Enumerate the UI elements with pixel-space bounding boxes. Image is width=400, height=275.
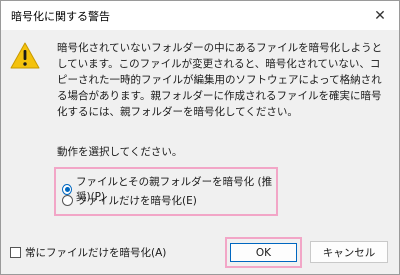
close-icon: ✕ <box>374 7 386 24</box>
ok-button-highlight: OK <box>225 237 302 268</box>
ok-button[interactable]: OK <box>230 243 297 262</box>
dialog-content: 暗号化されていないフォルダーの中にあるファイルを暗号化しようとしています。このフ… <box>1 30 399 274</box>
radio-unselected-icon[interactable] <box>62 195 73 206</box>
warning-icon <box>10 42 40 69</box>
warning-message: 暗号化されていないフォルダーの中にあるファイルを暗号化しようとしています。このフ… <box>57 42 383 118</box>
checkbox-unchecked-icon[interactable] <box>10 247 21 258</box>
close-button[interactable]: ✕ <box>361 1 399 30</box>
dialog-title: 暗号化に関する警告 <box>11 10 110 23</box>
always-encrypt-file-only-checkbox[interactable]: 常にファイルだけを暗号化(A) <box>10 245 166 260</box>
option-encrypt-file-only[interactable]: ファイルだけを暗号化(E) <box>62 193 197 208</box>
action-prompt: 動作を選択してください。 <box>57 146 183 158</box>
encryption-warning-dialog: 暗号化に関する警告 ✕ 暗号化されていないフォルダーの中にあるファイルを暗号化し… <box>0 0 400 275</box>
checkbox-label: 常にファイルだけを暗号化(A) <box>25 247 167 259</box>
option-group: ファイルとその親フォルダーを暗号化 (推奨)(P) ファイルだけを暗号化(E) <box>54 167 278 216</box>
cancel-button[interactable]: キャンセル <box>310 241 388 263</box>
title-bar[interactable]: 暗号化に関する警告 ✕ <box>1 1 399 30</box>
option-label: ファイルだけを暗号化(E) <box>77 195 197 207</box>
